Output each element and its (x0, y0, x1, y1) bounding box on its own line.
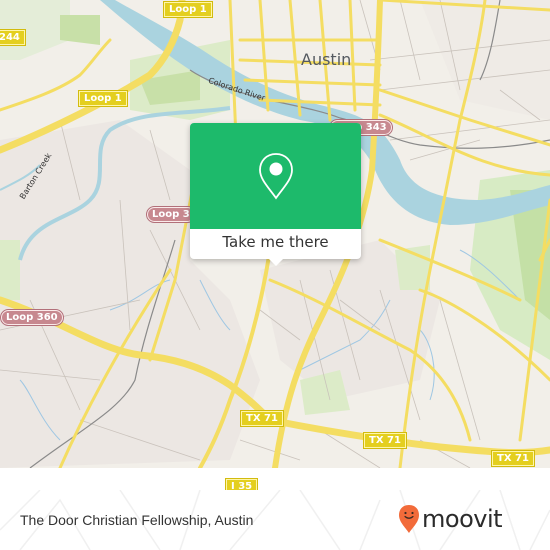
moovit-logo[interactable]: moovit (398, 500, 503, 538)
route-shield-loop1-left: Loop 1 (78, 90, 128, 107)
route-shield-loop360: Loop 360 (0, 309, 64, 326)
take-me-there-button[interactable]: Take me there (190, 229, 361, 259)
map-view[interactable]: Austin Colorado River Barton Creek 244 L… (0, 0, 550, 468)
route-shield-tx71-b: TX 71 (363, 432, 407, 449)
route-shield-loop1-top: Loop 1 (163, 1, 213, 18)
location-popup: Take me there (190, 123, 361, 266)
moovit-wordmark: moovit (422, 505, 503, 533)
popup-header (190, 123, 361, 229)
route-shield-tx71-a: TX 71 (240, 410, 284, 427)
route-shield-tx71-c: TX 71 (491, 450, 535, 467)
moovit-pin-icon (399, 505, 419, 533)
route-shield-244: 244 (0, 29, 26, 46)
footer-bar: The Door Christian Fellowship, Austin mo… (0, 490, 550, 550)
map-pin-icon (258, 153, 293, 200)
city-label: Austin (301, 50, 352, 69)
popup-pointer (268, 258, 284, 266)
route-shield-loop3: Loop 3 (146, 206, 196, 223)
place-name: The Door Christian Fellowship, Austin (20, 512, 254, 528)
